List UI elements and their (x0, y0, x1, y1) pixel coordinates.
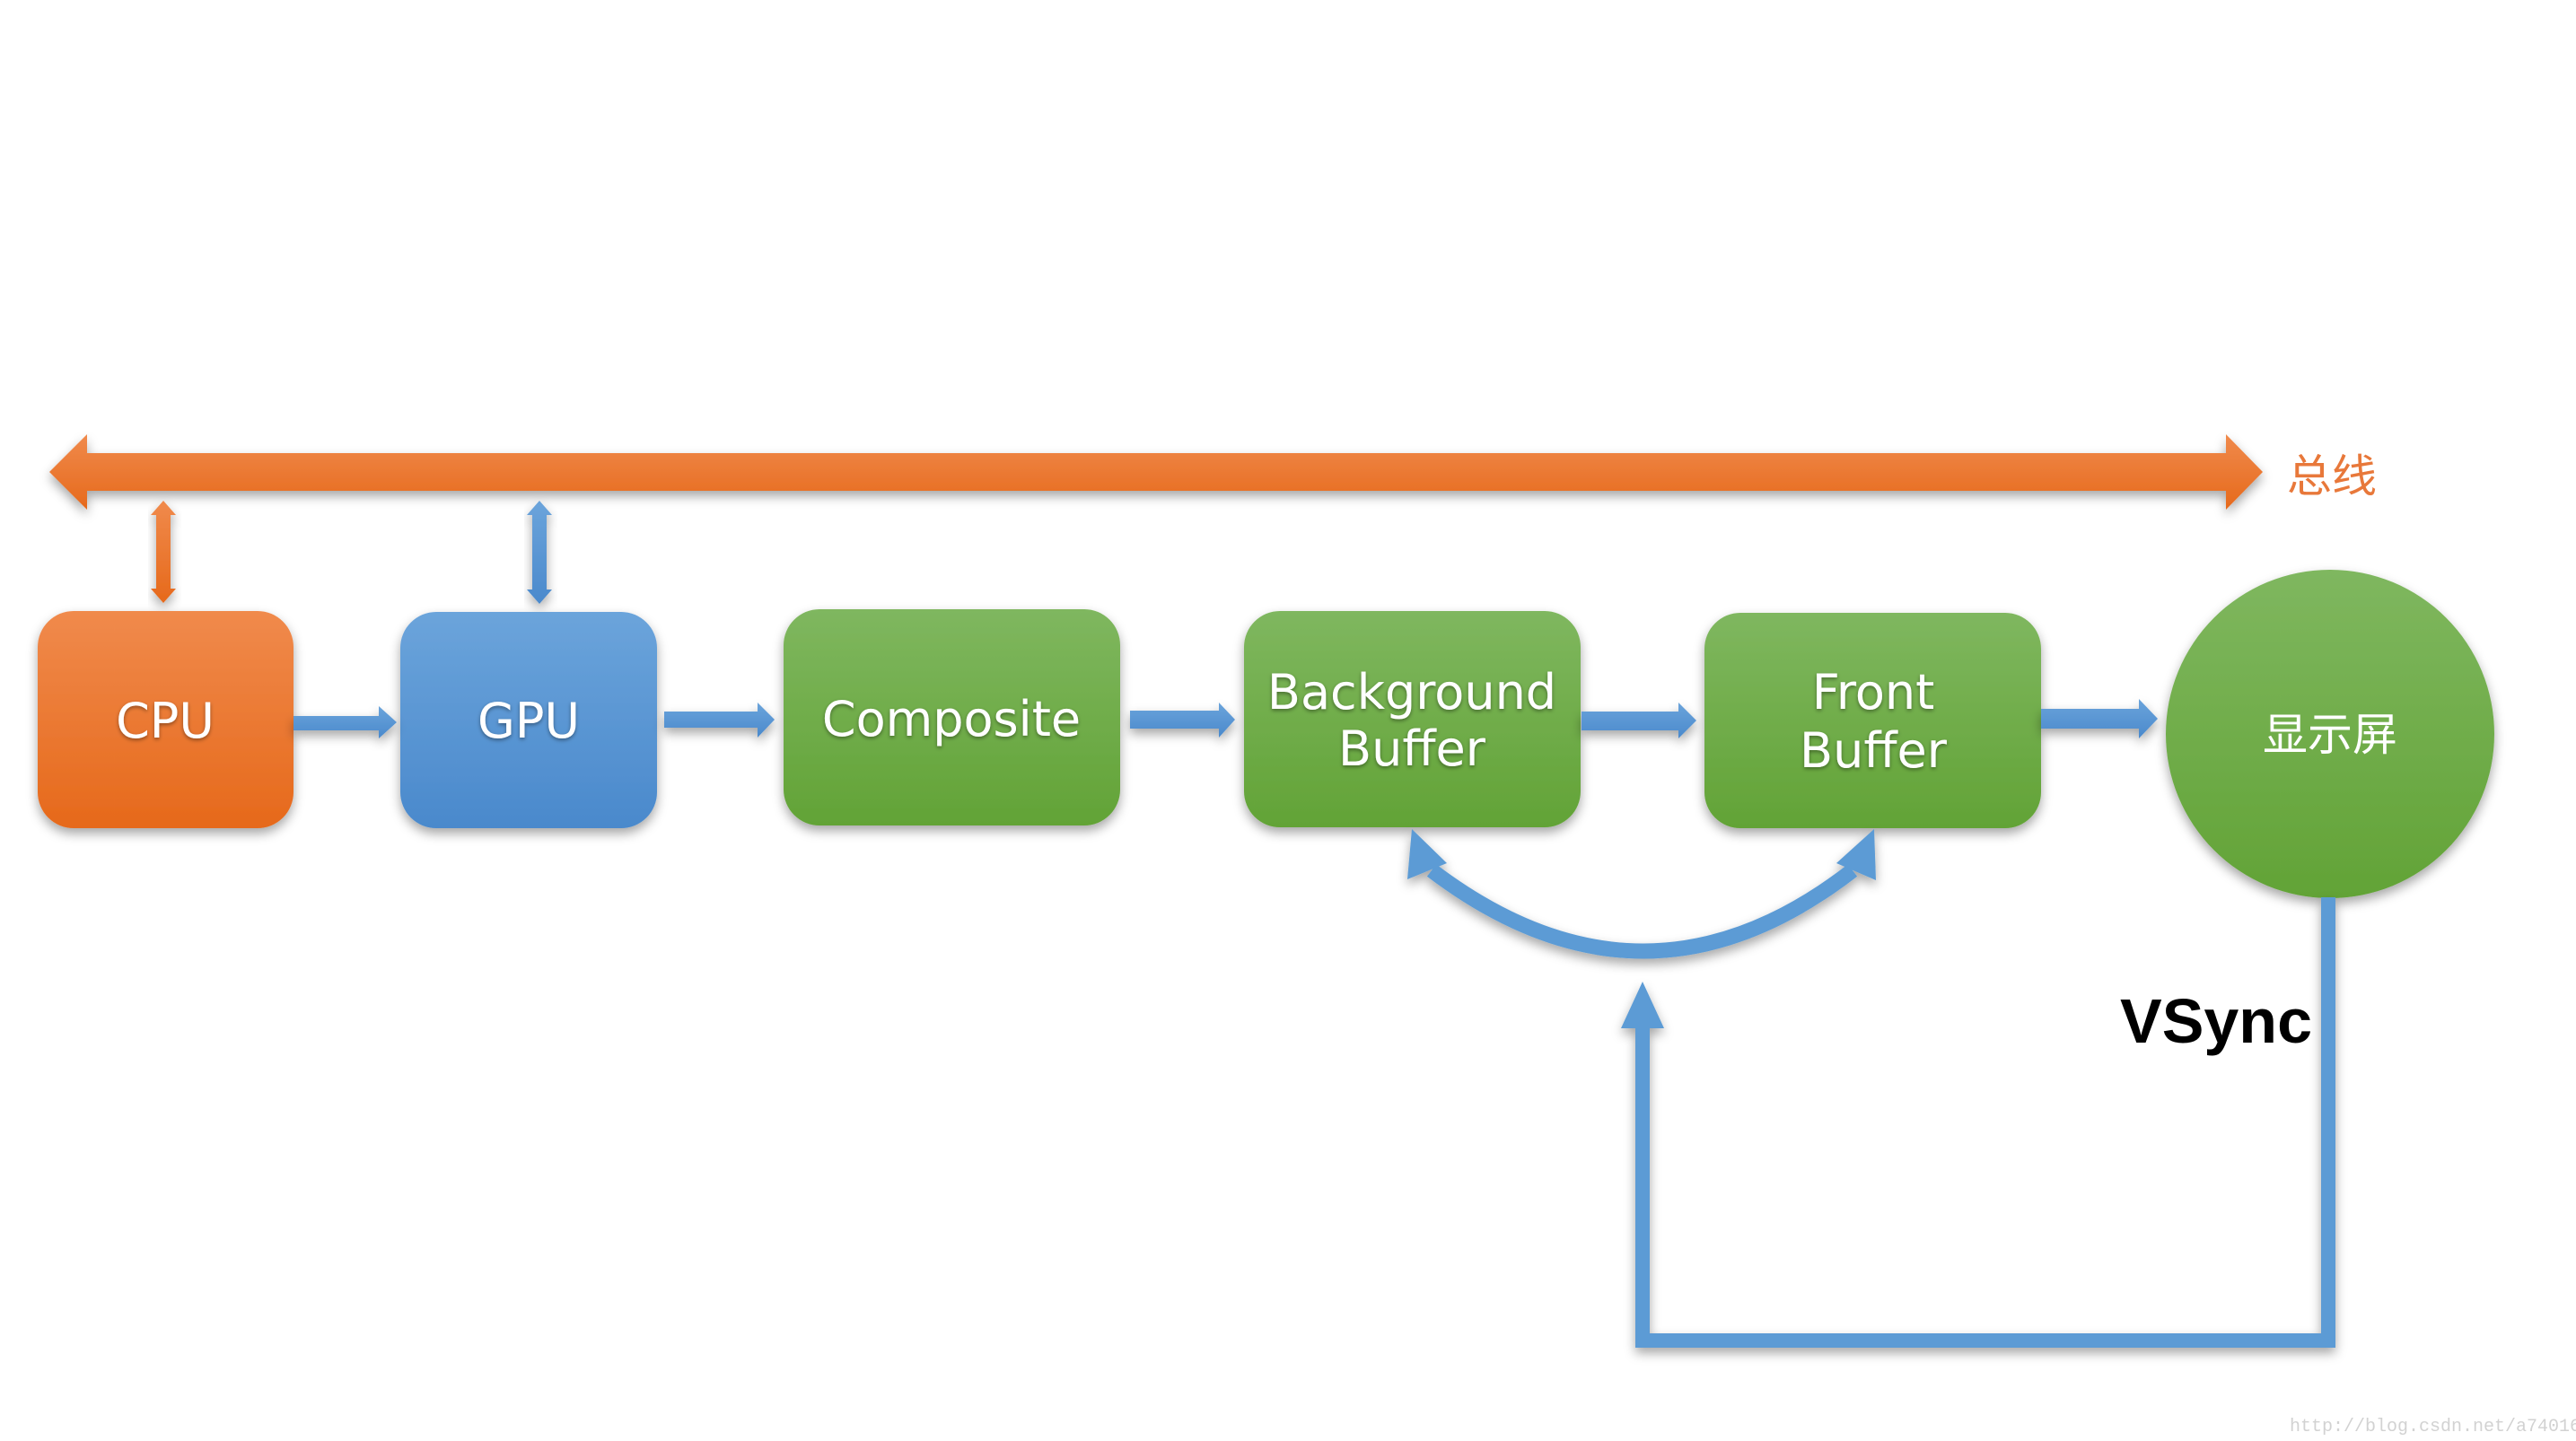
node-display: 显示屏 (2166, 570, 2494, 898)
background-buffer-label-line1: Background (1267, 664, 1556, 720)
gpu-bus-arrow (527, 501, 552, 604)
vsync-arrowhead (1621, 982, 1664, 1028)
node-background-buffer: Background Buffer (1244, 611, 1581, 827)
node-gpu: GPU (400, 612, 657, 828)
front-buffer-box (1704, 613, 2041, 828)
arrow-gpu-to-composite (664, 703, 775, 738)
gpu-label: GPU (478, 693, 580, 749)
bus-double-arrow-shape (49, 434, 2263, 510)
arrow-front-buffer-to-display (2041, 699, 2158, 738)
bus-arrow (49, 434, 2263, 510)
background-buffer-label-line2: Buffer (1338, 720, 1486, 777)
display-label: 显示屏 (2263, 709, 2397, 761)
watermark: http://blog.csdn.net/a740169405 (2290, 1417, 2576, 1437)
node-composite: Composite (784, 609, 1120, 825)
cpu-bus-arrow (151, 501, 176, 603)
vsync-label: VSync (2120, 986, 2312, 1056)
composite-label: Composite (822, 691, 1081, 747)
node-front-buffer: Front Buffer (1704, 613, 2041, 828)
front-buffer-label-line1: Front (1812, 664, 1935, 720)
diagram-canvas: 总线 CPU GPU Composite Background Buffer F… (38, 434, 2576, 1437)
vsync-path (1621, 897, 2335, 1348)
front-buffer-label-line2: Buffer (1800, 722, 1948, 779)
arrow-background-to-front-buffer (1582, 703, 1696, 738)
bus-label: 总线 (2287, 450, 2377, 502)
cpu-label: CPU (116, 693, 215, 749)
swap-arc (1426, 864, 1858, 959)
arrow-composite-to-background-buffer (1130, 703, 1235, 738)
vsync-line (1635, 897, 2335, 1348)
node-cpu: CPU (38, 611, 294, 828)
buffer-swap-arrow (1407, 829, 1876, 959)
arrow-cpu-to-gpu (294, 706, 397, 738)
